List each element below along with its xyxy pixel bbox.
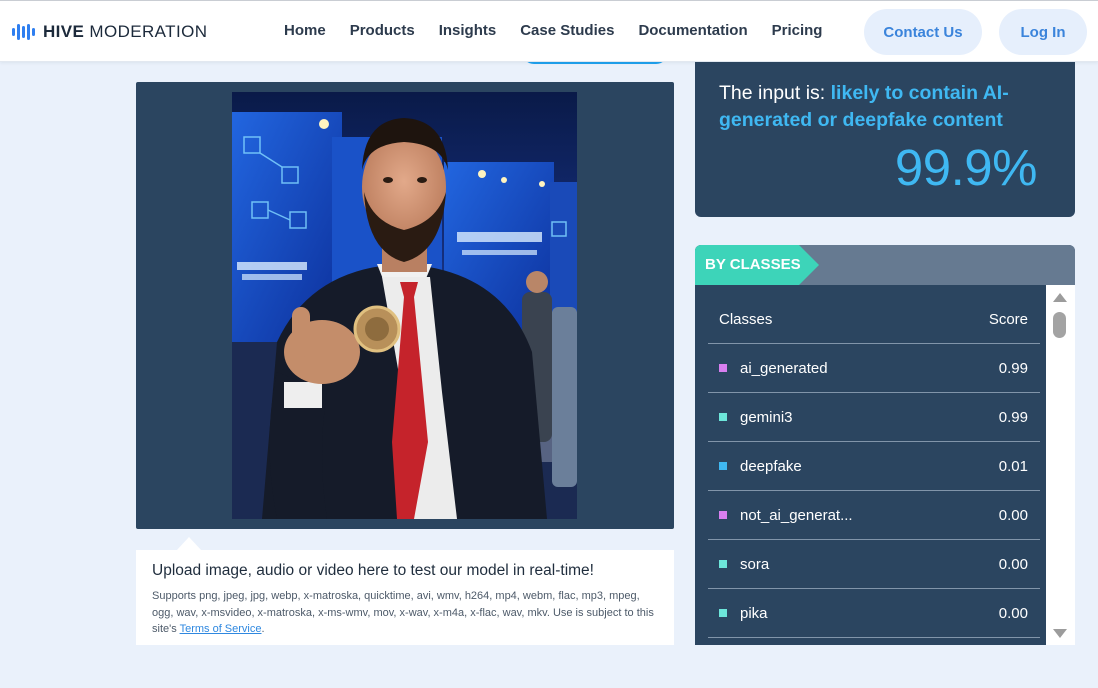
class-scores-table: Classes Score ai_generated 0.99 gemini3 0.9…	[708, 295, 1040, 638]
result-verdict: The input is: likely to contain AI-gener…	[719, 80, 1059, 134]
class-score: 0.99	[998, 359, 1028, 377]
by-classes-tag: BY CLASSES	[695, 245, 819, 285]
class-color-swatch	[719, 560, 727, 568]
nav-documentation[interactable]: Documentation	[638, 22, 747, 39]
terms-of-service-link[interactable]: Terms of Service	[180, 623, 262, 635]
class-color-swatch	[719, 413, 727, 421]
class-score: 0.00	[998, 555, 1028, 573]
log-in-button[interactable]: Log In	[999, 9, 1087, 55]
class-score: 0.00	[998, 506, 1028, 524]
nav-insights[interactable]: Insights	[439, 22, 497, 39]
class-color-swatch	[719, 609, 727, 617]
table-row: pika 0.00	[708, 589, 1040, 638]
contact-us-button[interactable]: Contact Us	[864, 9, 982, 55]
nav-home[interactable]: Home	[284, 22, 326, 39]
hive-logo-icon	[12, 24, 35, 40]
class-color-swatch	[719, 462, 727, 470]
uploaded-image-preview	[232, 92, 577, 519]
class-color-swatch	[719, 364, 727, 372]
table-row: sora 0.00	[708, 540, 1040, 589]
table-row: deepfake 0.01	[708, 442, 1040, 491]
class-name: pika	[740, 604, 768, 622]
logo-wordmark-light: MODERATION	[89, 22, 208, 41]
classes-scrollbar[interactable]	[1046, 285, 1075, 645]
result-confidence-score: 99.9%	[894, 139, 1038, 196]
uploaded-media-panel	[136, 82, 674, 529]
upload-desc-end: .	[261, 623, 265, 635]
class-name: gemini3	[740, 408, 793, 426]
table-row: ai_generated 0.99	[708, 344, 1040, 393]
upload-callout-notch	[176, 537, 202, 551]
hive-moderation-logo[interactable]: HIVE MODERATION	[12, 21, 207, 43]
class-score: 0.01	[998, 457, 1028, 475]
upload-dropzone[interactable]: Upload image, audio or video here to tes…	[136, 550, 674, 645]
nav-case-studies[interactable]: Case Studies	[520, 22, 614, 39]
class-score: 0.00	[998, 604, 1028, 622]
class-name: sora	[740, 555, 770, 573]
result-prefix: The input is:	[719, 82, 831, 104]
column-header-score: Score	[988, 310, 1028, 328]
scroll-down-arrow-icon[interactable]	[1053, 629, 1067, 638]
class-scores-panel: BY CLASSES Classes Score ai_generated 0.9…	[695, 245, 1075, 645]
class-name: deepfake	[740, 457, 802, 475]
scroll-up-arrow-icon[interactable]	[1053, 293, 1067, 302]
nav-pricing[interactable]: Pricing	[772, 22, 823, 39]
upload-description: Supports png, jpeg, jpg, webp, x-matrosk…	[152, 588, 658, 638]
scrollbar-thumb[interactable]	[1053, 312, 1066, 338]
class-name: not_ai_generat...	[740, 506, 853, 524]
logo-wordmark: HIVE MODERATION	[43, 22, 207, 42]
table-row: gemini3 0.99	[708, 393, 1040, 442]
main-nav: Home Products Insights Case Studies Docu…	[284, 22, 822, 39]
logo-wordmark-bold: HIVE	[43, 22, 85, 41]
class-color-swatch	[719, 511, 727, 519]
table-header: Classes Score	[708, 295, 1040, 344]
column-header-classes: Classes	[719, 310, 773, 328]
upload-title: Upload image, audio or video here to tes…	[152, 562, 594, 579]
nav-products[interactable]: Products	[350, 22, 415, 39]
table-row: not_ai_generat... 0.00	[708, 491, 1040, 540]
top-navigation-bar: HIVE MODERATION Home Products Insights C…	[0, 0, 1098, 62]
photo-illustration	[232, 92, 577, 519]
class-name: ai_generated	[740, 359, 828, 377]
detection-result-panel: The input is: likely to contain AI-gener…	[695, 52, 1075, 217]
class-score: 0.99	[998, 408, 1028, 426]
